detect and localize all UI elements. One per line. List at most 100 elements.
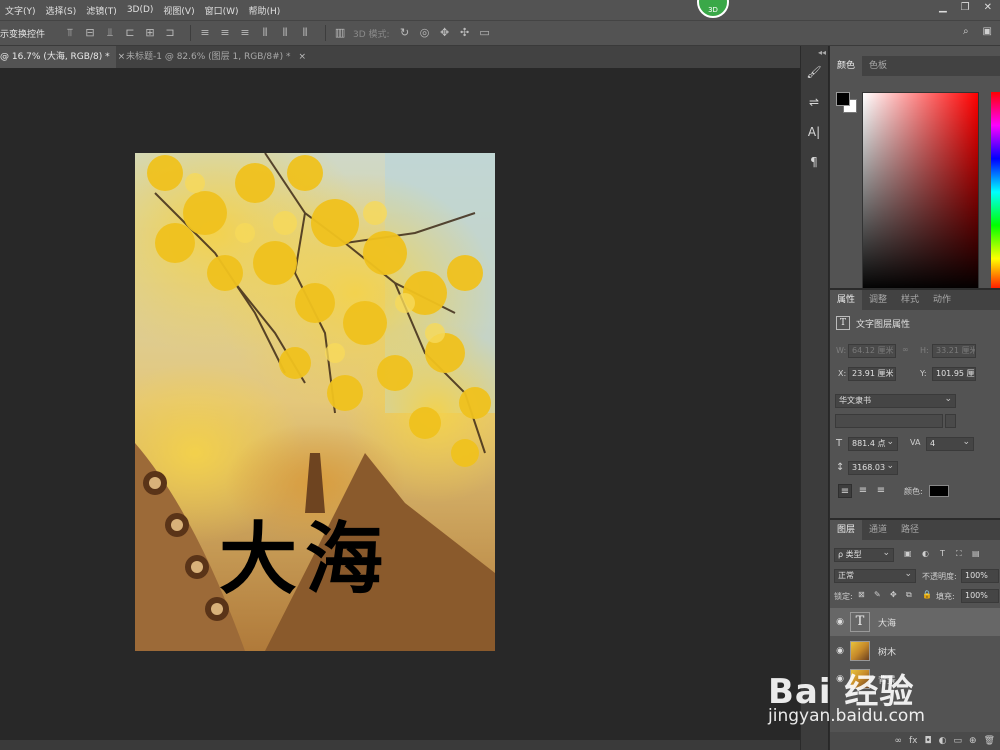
video-camera-icon[interactable]: ▭ [478,26,492,40]
tab-label: 未标题-1 @ 82.6% (图层 1, RGB/8#) * [126,52,291,62]
eye-icon[interactable]: ◉ [830,674,850,684]
drag-3d-icon[interactable]: ✥ [438,26,452,40]
width-field[interactable]: 64.12 厘米 [848,344,896,358]
foreground-color-swatch[interactable] [836,92,850,106]
layers-tabs: 图层 通道 路径 [830,520,1000,540]
document-canvas[interactable]: 大海 [135,153,495,651]
distribute-top-icon[interactable]: ≡ [198,26,212,40]
menu-select[interactable]: 选择(S) [41,4,82,17]
distribute-hcenter-icon[interactable]: ⦀ [278,26,292,40]
tab-actions[interactable]: 动作 [926,290,958,310]
link-icon[interactable]: ∞ [902,345,909,354]
lock-transparent-icon[interactable]: ⊠ [858,590,865,599]
search-icon[interactable]: ⌕ [963,26,969,37]
trash-icon[interactable]: 🗑 [984,736,995,746]
filter-pixel-icon[interactable]: ▣ [904,549,912,558]
headline-text[interactable]: 大海 [219,521,391,599]
align-left-icon[interactable]: ⊏ [123,26,137,40]
leading-field[interactable]: 3168.03 [848,461,898,475]
tab-styles[interactable]: 样式 [894,290,926,310]
roll-3d-icon[interactable]: ◎ [418,26,432,40]
tab-document-dahai[interactable]: @ 16.7% (大海, RGB/8) * × [0,46,125,68]
lock-position-icon[interactable]: ✥ [890,590,897,599]
align-vcenter-icon[interactable]: ⊟ [83,26,97,40]
menu-filter[interactable]: 滤镜(T) [81,4,122,17]
blend-mode-select[interactable]: 正常 [834,569,916,583]
height-field[interactable]: 33.21 厘米 [932,344,976,358]
menu-view[interactable]: 视图(V) [158,4,199,17]
align-hcenter-icon[interactable]: ⊞ [143,26,157,40]
align-right-text-icon[interactable]: ≡ [874,484,888,498]
slide-3d-icon[interactable]: ✣ [458,26,472,40]
layer-filter-select[interactable]: ρ 类型 [834,548,894,562]
add-mask-icon[interactable]: ◘ [925,736,932,746]
distribute-left-icon[interactable]: ⦀ [258,26,272,40]
adjust-panel-icon[interactable]: ⇌ [803,90,825,114]
align-top-icon[interactable]: ⫪ [63,26,77,40]
character-panel-icon[interactable]: A| [803,120,825,144]
align-bottom-icon[interactable]: ⫫ [103,26,117,40]
lock-all-icon[interactable]: 🔒 [922,590,932,599]
align-right-icon[interactable]: ⊐ [163,26,177,40]
tab-properties[interactable]: 属性 [830,290,863,310]
show-transform-controls-label[interactable]: 示变换控件 [0,27,45,40]
menu-window[interactable]: 窗口(W) [200,4,244,17]
text-layer-thumbnail: T [850,612,870,632]
horizontal-scrollbar[interactable] [0,740,800,750]
menu-help[interactable]: 帮助(H) [244,4,286,17]
filter-type-icon[interactable]: T [940,549,945,558]
fill-field[interactable]: 100% [961,589,999,603]
workspace-icon[interactable]: ▣ [983,26,992,37]
brush-panel-icon[interactable]: 🖌 [803,60,825,84]
font-style-select[interactable] [835,414,943,428]
tracking-field[interactable]: 4 [926,437,974,451]
filter-smart-icon[interactable]: ▤ [972,549,980,558]
lock-artboard-icon[interactable]: ⧉ [906,590,912,600]
font-size-icon: T [836,438,843,449]
font-size-field[interactable]: 881.4 点 [848,437,898,451]
x-field[interactable]: 23.91 厘米 [848,367,896,381]
close-window-icon[interactable]: ✕ [984,2,992,13]
menu-type[interactable]: 文字(Y) [0,4,41,17]
adjustment-layer-icon[interactable]: ◐ [939,736,947,746]
hue-slider[interactable] [991,92,1000,292]
minimize-icon[interactable]: ▁ [939,2,947,13]
lock-pixels-icon[interactable]: ✎ [874,590,881,599]
eye-icon[interactable]: ◉ [830,617,850,627]
eye-icon[interactable]: ◉ [830,646,850,656]
opacity-field[interactable]: 100% [961,569,999,583]
text-color-swatch[interactable] [929,485,949,497]
auto-align-icon[interactable]: ▥ [333,26,347,40]
new-group-icon[interactable]: ▭ [954,736,963,746]
distribute-vcenter-icon[interactable]: ≡ [218,26,232,40]
tab-channels[interactable]: 通道 [862,520,894,540]
menu-3d[interactable]: 3D(D) [122,5,159,15]
tab-document-untitled[interactable]: 未标题-1 @ 82.6% (图层 1, RGB/8#) * × [116,46,312,68]
paragraph-panel-icon[interactable]: ¶ [803,150,825,174]
font-family-select[interactable]: 华文隶书 [835,394,956,408]
rotate-3d-icon[interactable]: ↻ [398,26,412,40]
layer-row[interactable]: ◉ 背景 [830,665,1000,693]
distribute-bottom-icon[interactable]: ≡ [238,26,252,40]
canvas-area[interactable]: 大海 [0,68,800,740]
color-field[interactable] [862,92,979,292]
tab-paths[interactable]: 路径 [894,520,926,540]
y-field[interactable]: 101.95 厘米 [932,367,976,381]
layer-row[interactable]: ◉ 树木 [830,637,1000,665]
filter-adjust-icon[interactable]: ◐ [922,549,929,558]
link-layers-icon[interactable]: ∞ [895,736,903,746]
distribute-right-icon[interactable]: ⦀ [298,26,312,40]
fx-icon[interactable]: fx [909,736,918,746]
font-style-dropdown[interactable] [945,414,956,428]
tab-adjustments[interactable]: 调整 [862,290,894,310]
restore-icon[interactable]: ❐ [961,2,970,13]
filter-shape-icon[interactable]: ⛶ [956,549,962,559]
tab-layers[interactable]: 图层 [830,520,863,540]
collapse-panels-icon[interactable]: ◂◂ [818,48,826,57]
align-center-text-icon[interactable]: ≡ [856,484,870,498]
align-left-text-icon[interactable]: ≡ [838,484,852,498]
layer-row[interactable]: ◉ T 大海 [830,608,1000,636]
color-swatches [836,92,858,114]
new-layer-icon[interactable]: ⊕ [969,736,977,746]
close-tab-icon[interactable]: × [299,46,307,68]
